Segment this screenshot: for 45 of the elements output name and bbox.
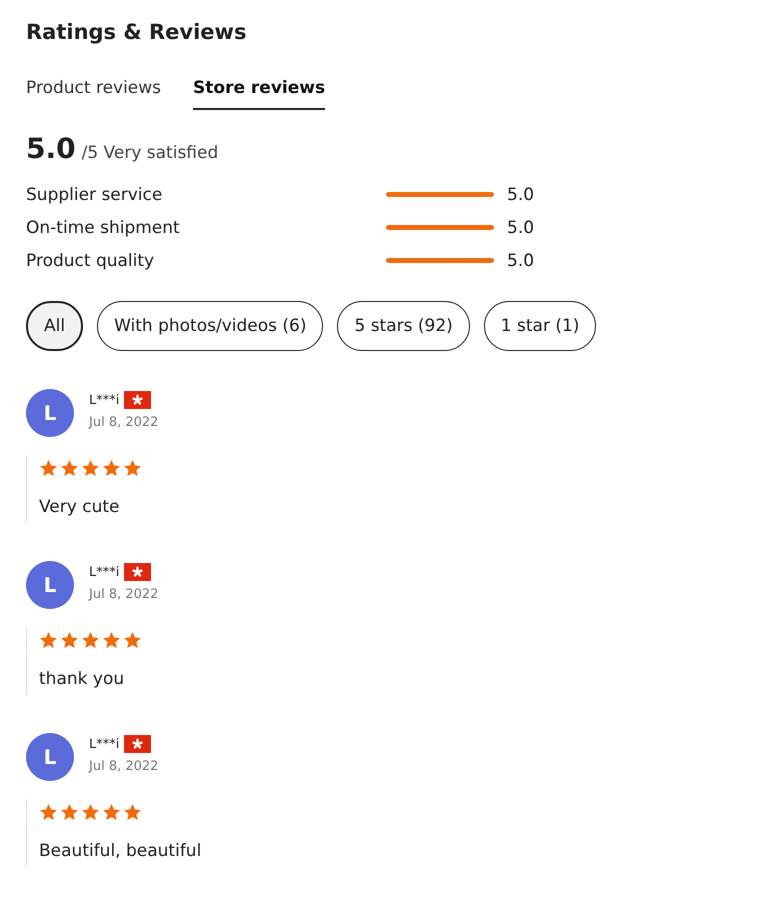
rating-value: 5.0 (507, 250, 534, 270)
review-text: Beautiful, beautiful (39, 841, 202, 861)
star-icon (39, 459, 58, 477)
tab[interactable]: Store reviews (193, 78, 326, 110)
avatar: L (26, 389, 74, 437)
star-icon (39, 803, 58, 821)
star-icon (123, 631, 142, 649)
star-icon (81, 459, 100, 477)
rating-value: 5.0 (507, 184, 534, 204)
star-icon (39, 631, 58, 649)
flag-icon (124, 391, 152, 409)
score-label: /5 Very satisfied (82, 143, 218, 163)
flag-icon (124, 735, 152, 753)
reviewer-name: L***i (89, 392, 120, 408)
filter-chip[interactable]: 1 star (1) (484, 301, 596, 351)
section-title: Ratings & Reviews (26, 19, 248, 46)
review-text: Very cute (39, 497, 120, 517)
star-icon (60, 459, 79, 477)
star-icon (102, 631, 121, 649)
review-date: Jul 8, 2022 (89, 587, 158, 602)
star-icon (60, 803, 79, 821)
review-date: Jul 8, 2022 (89, 415, 158, 430)
review-date: Jul 8, 2022 (89, 759, 158, 774)
filter-chip[interactable]: With photos/videos (6) (97, 301, 324, 351)
filter-chip[interactable]: 5 stars (92) (337, 301, 470, 351)
flag-icon (124, 563, 152, 581)
star-icon (102, 459, 121, 477)
rating-label: Product quality (26, 250, 156, 270)
filter-chip[interactable]: All (26, 301, 84, 351)
reviewer-name: L***i (89, 564, 120, 580)
star-icon (123, 803, 142, 821)
star-icon (81, 631, 100, 649)
avatar: L (26, 561, 74, 609)
avatar: L (26, 733, 74, 781)
star-icon (123, 459, 142, 477)
review-text: thank you (39, 669, 126, 689)
score: 5.0 (26, 132, 76, 165)
star-icon (60, 631, 79, 649)
reviewer-name: L***i (89, 736, 120, 752)
rating-label: On-time shipment (26, 218, 181, 238)
tab[interactable]: Product reviews (26, 78, 162, 110)
star-icon (81, 803, 100, 821)
rating-value: 5.0 (507, 218, 534, 238)
rating-label: Supplier service (26, 184, 164, 204)
star-icon (102, 803, 121, 821)
